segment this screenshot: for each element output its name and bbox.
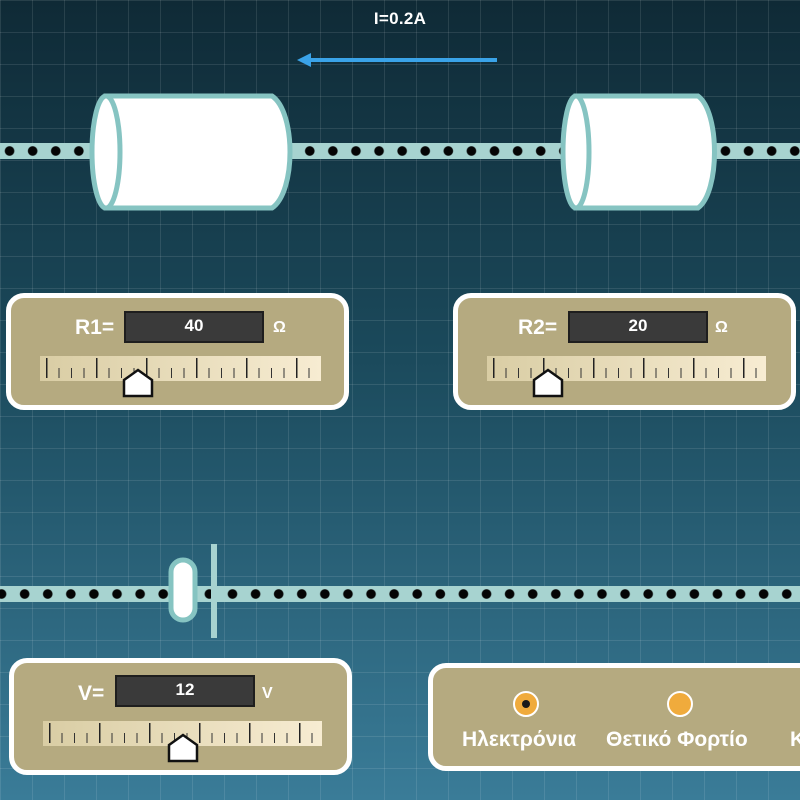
voltage-control-panel: V= 12 V xyxy=(9,658,352,775)
r1-unit: Ω xyxy=(273,319,286,336)
charge-type-panel: Ηλεκτρόνια Θετικό Φορτίο Κ xyxy=(428,663,800,771)
r2-control-panel: R2= 20 Ω xyxy=(453,293,796,410)
slider-major-ticks xyxy=(46,358,315,378)
voltage-value-display: 12 xyxy=(115,675,255,707)
r2-slider-track[interactable] xyxy=(487,356,766,398)
voltage-label: V= xyxy=(78,682,105,705)
third-option-label[interactable]: Κ xyxy=(790,728,800,752)
r1-slider-thumb[interactable] xyxy=(122,368,154,398)
resistor-r2 xyxy=(560,93,717,211)
electron-dots xyxy=(0,586,800,602)
electrons-radio[interactable] xyxy=(513,691,539,717)
voltage-slider-thumb[interactable] xyxy=(167,733,199,763)
positive-charge-label[interactable]: Θετικό Φορτίο xyxy=(606,728,748,752)
r2-label: R2= xyxy=(518,316,558,339)
r1-value-display: 40 xyxy=(124,311,264,343)
r2-value-display: 20 xyxy=(568,311,708,343)
selected-dot-icon xyxy=(522,700,530,708)
bottom-wire xyxy=(0,586,800,602)
r1-label: R1= xyxy=(75,316,115,339)
r1-slider-track[interactable] xyxy=(40,356,321,398)
battery xyxy=(168,544,217,638)
positive-charge-radio[interactable] xyxy=(667,691,693,717)
r1-control-panel: R1= 40 Ω xyxy=(6,293,349,410)
current-direction-arrow xyxy=(297,53,497,67)
resistor-r1 xyxy=(89,93,293,211)
voltage-unit: V xyxy=(262,685,273,702)
voltage-slider-track[interactable] xyxy=(43,721,322,763)
electrons-label[interactable]: Ηλεκτρόνια xyxy=(462,728,576,752)
r2-slider-thumb[interactable] xyxy=(532,368,564,398)
r2-unit: Ω xyxy=(715,319,728,336)
current-label: I=0.2A xyxy=(373,9,427,28)
